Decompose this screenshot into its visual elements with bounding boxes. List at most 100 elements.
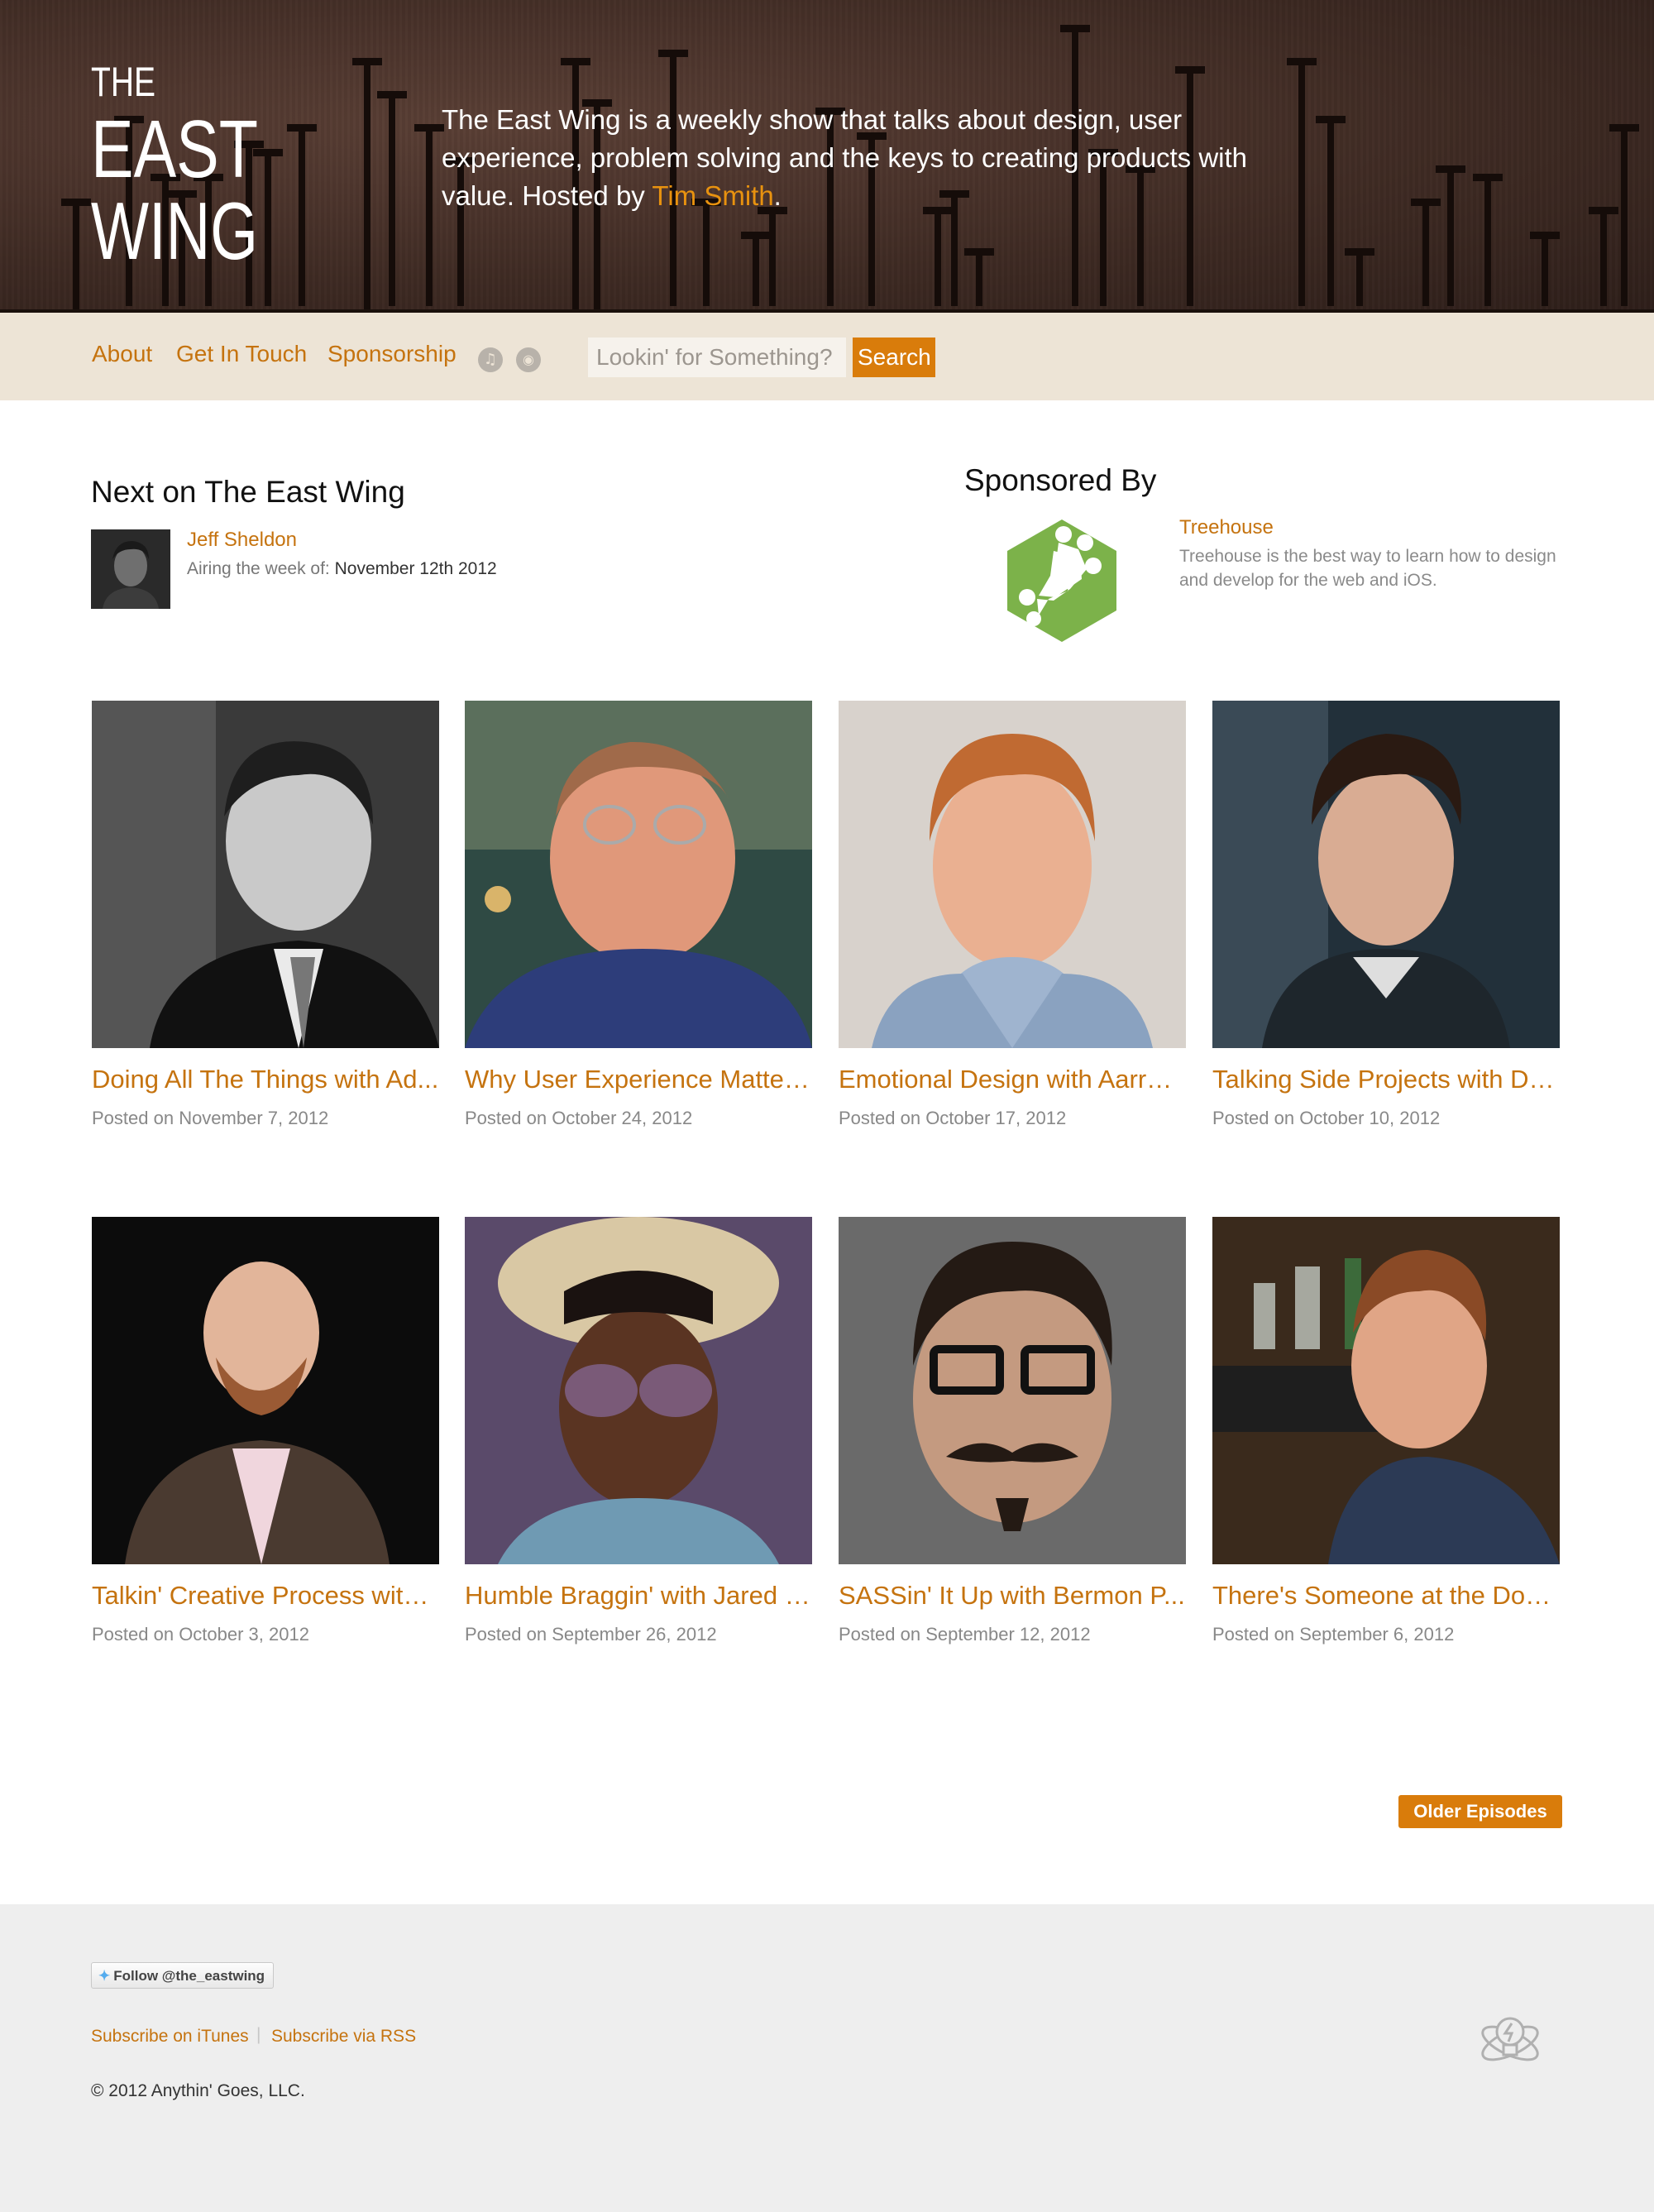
itunes-icon[interactable]: ♫ [478,347,503,372]
header-pillar-cap [1287,58,1317,65]
header-pillar-cap [414,124,444,132]
header-pillar-cap [1345,248,1374,256]
header-pillar-cap [741,232,771,239]
footer-separator: | [256,2025,261,2044]
episode-photo[interactable] [1212,1217,1560,1564]
header-pillar [1542,232,1548,306]
logo-line-1: THE [91,59,155,105]
episode-date: Posted on October 3, 2012 [92,1624,309,1645]
header-pillar [364,58,370,309]
header-pillar-cap [1411,199,1441,206]
twitter-follow-button[interactable]: ✦ Follow @the_eastwing [91,1962,275,1989]
episode-title-link[interactable]: Talkin' Creative Process with ... [92,1581,439,1611]
episode-card: Why User Experience Matters... Posted on… [465,701,812,1129]
episode-date: Posted on October 10, 2012 [1212,1108,1441,1128]
header-pillar [1447,165,1454,306]
episode-title-link[interactable]: Humble Braggin' with Jared E... [465,1581,812,1611]
header-pillar [389,91,395,306]
episode-photo[interactable] [839,1217,1186,1564]
main-nav: About Get In Touch Sponsorship ♫ ◉ Searc… [0,313,1654,400]
header-pillar [1356,248,1363,306]
header-pillar-cap [1609,124,1639,132]
header-pillar [976,248,982,306]
episode-title-link[interactable]: There's Someone at the Door... [1212,1581,1560,1611]
episode-card: SASSin' It Up with Bermon P... Posted on… [839,1217,1186,1645]
episode-title-link[interactable]: Why User Experience Matters... [465,1065,812,1094]
tagline-end: . [773,180,782,211]
header-pillar-cap [658,50,688,57]
episode-card: Emotional Design with Aarron... Posted o… [839,701,1186,1129]
search-input[interactable] [588,338,846,377]
episode-date: Posted on October 24, 2012 [465,1108,693,1128]
episode-title-link[interactable]: SASSin' It Up with Bermon P... [839,1581,1186,1611]
episode-date: Posted on October 17, 2012 [839,1108,1067,1128]
header-pillar [1327,116,1334,306]
header-pillar-cap [1060,25,1090,32]
episode-title-link[interactable]: Emotional Design with Aarron... [839,1065,1186,1094]
episode-photo[interactable] [92,1217,439,1564]
subscribe-itunes-link[interactable]: Subscribe on iTunes [91,2027,249,2047]
header-pillar [299,124,305,306]
header-pillar-cap [1530,232,1560,239]
header-pillar [935,207,941,306]
twitter-bird-icon: ✦ [98,1968,111,1984]
header-pillar-cap [1316,116,1346,123]
episode-card: Humble Braggin' with Jared E... Posted o… [465,1217,812,1645]
header-pillar [769,207,776,306]
header-pillar-cap [377,91,407,98]
episode-card: There's Someone at the Door... Posted on… [1212,1217,1560,1645]
episode-photo[interactable] [1212,701,1560,1048]
episode-date: Posted on November 7, 2012 [92,1108,329,1128]
header-pillar [1600,207,1607,306]
episode-date: Posted on September 26, 2012 [465,1624,717,1645]
airing-date: November 12th 2012 [334,559,497,578]
nav-about[interactable]: About [92,341,152,367]
site-footer: ✦ Follow @the_eastwing Subscribe on iTune… [0,1904,1654,2212]
show-tagline: The East Wing is a weekly show that talk… [442,101,1252,215]
header-pillar-cap [1436,165,1465,173]
host-link[interactable]: Tim Smith [652,180,773,211]
header-pillar [73,199,79,309]
header-pillar-cap [1175,66,1205,74]
sponsor-description: Treehouse is the best way to learn how t… [1179,547,1556,590]
episode-title-link[interactable]: Doing All The Things with Ad... [92,1065,439,1094]
header-pillar-cap [964,248,994,256]
logo-line-2: EAST [91,103,258,194]
episode-photo[interactable] [465,1217,812,1564]
nav-sponsorship[interactable]: Sponsorship [327,341,457,367]
sponsor-name-link[interactable]: Treehouse [1179,516,1274,539]
logo-line-3: WING [91,185,258,263]
treehouse-logo[interactable] [1004,518,1120,644]
header-pillar-cap [561,58,590,65]
next-guest-name[interactable]: Jeff Sheldon [187,529,297,552]
next-guest-avatar[interactable] [91,529,170,609]
header-pillar [265,149,271,306]
site-logo[interactable]: THE EAST WING [91,56,265,263]
search-button[interactable]: Search [853,338,935,377]
sponsor-heading: Sponsored By [964,463,1157,497]
lightbulb-atom-icon[interactable] [1477,2007,1543,2073]
header-pillar [1422,199,1429,306]
rss-icon[interactable]: ◉ [516,347,541,372]
next-episode-heading: Next on The East Wing [91,475,405,509]
header-pillar-cap [1589,207,1618,214]
subscribe-rss-link[interactable]: Subscribe via RSS [271,2027,416,2047]
header-pillar [1621,124,1628,306]
episode-photo[interactable] [839,701,1186,1048]
episode-photo[interactable] [92,701,439,1048]
header-pillar [1484,174,1491,306]
episode-date: Posted on September 12, 2012 [839,1624,1091,1645]
next-airing-info: Airing the week of: November 12th 2012 [187,559,497,579]
header-pillar-cap [61,199,91,206]
header-pillar-cap [1473,174,1503,181]
header-pillar-cap [287,124,317,132]
older-episodes-button[interactable]: Older Episodes [1398,1795,1562,1828]
header-pillar [1298,58,1305,306]
airing-label: Airing the week of: [187,559,335,578]
nav-get-in-touch[interactable]: Get In Touch [176,341,307,367]
episode-photo[interactable] [465,701,812,1048]
episode-title-link[interactable]: Talking Side Projects with Da... [1212,1065,1560,1094]
header-pillar-cap [352,58,382,65]
header-pillar [426,124,433,306]
copyright-text: © 2012 Anythin' Goes, LLC. [91,2081,305,2100]
